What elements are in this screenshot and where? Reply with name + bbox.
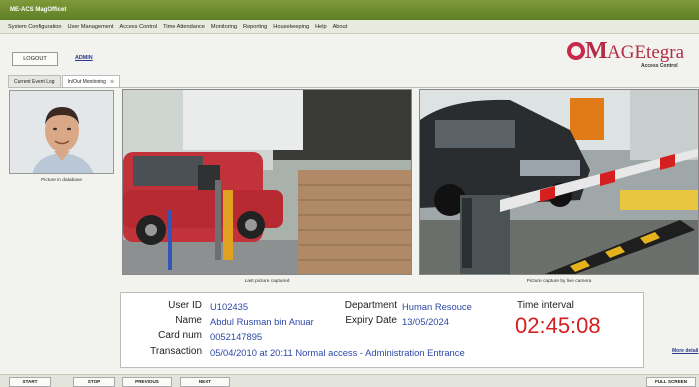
last-picture-caption: Last picture captured xyxy=(244,279,290,284)
admin-user-link[interactable]: ADMIN xyxy=(75,55,93,61)
logo-wordmark: AGEtegra xyxy=(607,42,685,63)
transaction-label: Transaction xyxy=(150,346,202,357)
database-photo xyxy=(9,90,114,174)
expiry-date-label: Expiry Date xyxy=(345,315,397,326)
menu-about[interactable]: About xyxy=(333,24,348,30)
name-label: Name xyxy=(175,315,202,326)
more-details-link[interactable]: More detail xyxy=(672,348,698,354)
full-screen-button[interactable]: FULL SCREEN xyxy=(646,377,696,387)
expiry-date-value: 13/05/2024 xyxy=(402,316,449,327)
stop-button[interactable]: STOP xyxy=(73,377,115,387)
menu-reporting[interactable]: Reporting xyxy=(243,24,267,30)
user-id-value: U102435 xyxy=(210,301,249,312)
user-id-label: User ID xyxy=(168,300,202,311)
live-camera-image xyxy=(419,89,699,275)
start-button[interactable]: START xyxy=(9,377,51,387)
tab-inout-monitoring[interactable]: In/Out Monitoring ⊗ xyxy=(61,75,121,87)
time-interval-value: 02:45:08 xyxy=(515,313,601,338)
logo-subtitle: Access Control xyxy=(641,63,678,69)
tab-strip: Current Event Log In/Out Monitoring ⊗ xyxy=(8,75,121,87)
transaction-value: 05/04/2010 at 20:11 Normal access - Admi… xyxy=(210,347,465,358)
event-details-panel: User ID U102435 Name Abdul Rusman bin An… xyxy=(120,292,644,368)
tab-current-event-log[interactable]: Current Event Log xyxy=(8,75,61,87)
logo-initial: M xyxy=(585,38,608,64)
menu-user-management[interactable]: User Management xyxy=(67,24,113,30)
previous-button[interactable]: PREVIOUS xyxy=(122,377,172,387)
next-button[interactable]: NEXT xyxy=(180,377,230,387)
live-camera-caption: Picture capture by live camera xyxy=(526,279,592,284)
menu-monitoring[interactable]: Monitoring xyxy=(211,24,237,30)
barrier-gate-camera-image xyxy=(420,90,698,274)
tab-divider xyxy=(8,87,699,88)
menu-housekeeping[interactable]: Housekeeping xyxy=(273,24,309,30)
menu-time-attendance[interactable]: Time Attendance xyxy=(163,24,205,30)
person-portrait-image xyxy=(10,91,113,173)
window-title: ME-ACS MagOfficet xyxy=(0,0,699,20)
menu-access-control[interactable]: Access Control xyxy=(120,24,158,30)
menu-help[interactable]: Help xyxy=(315,24,327,30)
time-interval-label: Time interval xyxy=(517,300,574,311)
photo-caption: Picture in database xyxy=(40,178,83,183)
name-value: Abdul Rusman bin Anuar xyxy=(210,316,314,327)
logo-ring-icon xyxy=(567,42,585,60)
tab-label: In/Out Monitoring xyxy=(67,79,106,85)
last-picture-image xyxy=(122,89,412,275)
logout-button[interactable]: LOGOUT xyxy=(12,52,58,66)
department-value: Human Resouce xyxy=(402,301,472,312)
car-at-gate-image xyxy=(123,90,411,274)
card-num-value: 0052147895 xyxy=(210,331,263,342)
department-label: Department xyxy=(344,300,397,311)
brand-logo: M AGEtegra Access Control xyxy=(563,38,699,72)
menu-system-configuration[interactable]: System Configuration xyxy=(8,24,61,30)
card-num-label: Card num xyxy=(158,330,202,341)
menu-bar: System Configuration User Management Acc… xyxy=(0,20,699,34)
tab-label: Current Event Log xyxy=(14,79,55,85)
tab-close-icon[interactable]: ⊗ xyxy=(110,79,114,85)
